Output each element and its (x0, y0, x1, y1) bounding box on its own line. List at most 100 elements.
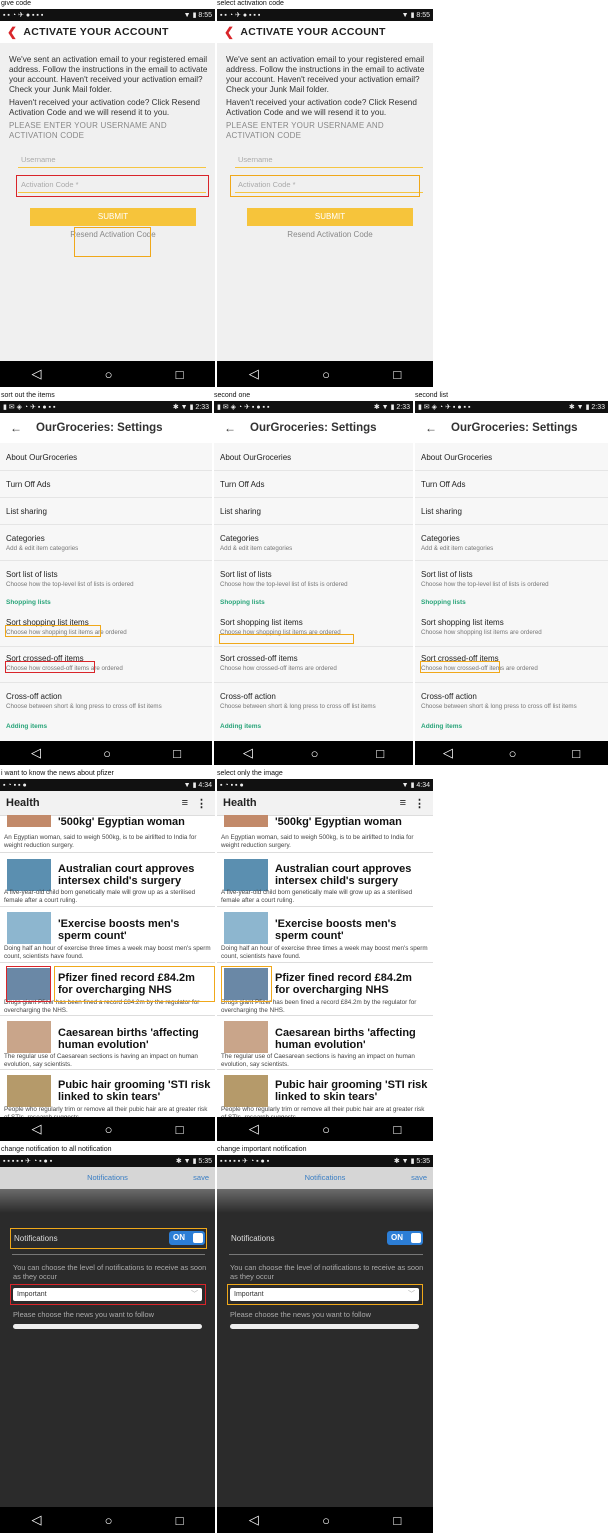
news-headline[interactable]: '500kg' Egyptian woman (58, 816, 211, 828)
back-nav-icon[interactable]: ◁ (32, 1512, 42, 1528)
news-thumbnail[interactable] (224, 859, 268, 891)
news-headline[interactable]: 'Exercise boosts men's sperm count' (58, 918, 211, 942)
status-time: 8:55 (416, 12, 430, 19)
resend-code-link[interactable]: Resend Activation Code (247, 230, 413, 239)
news-headline[interactable]: 'Exercise boosts men's sperm count' (275, 918, 429, 942)
back-nav-icon[interactable]: ◁ (31, 745, 41, 761)
news-headline[interactable]: Pfizer fined record £84.2m for overcharg… (275, 972, 429, 996)
settings-item-cross-action[interactable]: Cross-off action Choose between short & l… (214, 683, 413, 719)
settings-item-cross-action[interactable]: Cross-off action Choose between short & l… (415, 683, 608, 719)
settings-item-ads[interactable]: Turn Off Ads (214, 471, 413, 498)
follow-list-bar[interactable] (230, 1324, 419, 1329)
submit-button[interactable]: SUBMIT (247, 208, 413, 226)
news-headline[interactable]: '500kg' Egyptian woman (275, 816, 429, 828)
settings-item-about[interactable]: About OurGroceries (214, 443, 413, 471)
news-thumbnail[interactable] (7, 815, 51, 827)
news-thumbnail[interactable] (7, 1021, 51, 1053)
news-thumbnail[interactable] (7, 859, 51, 891)
save-button[interactable]: save (193, 1167, 209, 1189)
news-thumbnail[interactable] (224, 1021, 268, 1053)
news-headline[interactable]: Australian court approves intersex child… (275, 863, 429, 887)
home-nav-icon[interactable]: ○ (105, 1513, 113, 1528)
back-arrow-icon[interactable]: ← (10, 421, 22, 435)
settings-item-ads[interactable]: Turn Off Ads (0, 471, 212, 498)
status-bar: ▪ ▪ ▪ ▪ ▪ ✈ ◔ ▪ ● ▪ ✱ ▼ ▮ 5:35 (217, 1155, 433, 1167)
nav-bar: ◁ ○ □ (415, 741, 608, 765)
home-nav-icon[interactable]: ○ (105, 367, 113, 382)
settings-item-ads[interactable]: Turn Off Ads (415, 471, 608, 498)
news-thumbnail[interactable] (224, 815, 268, 827)
back-nav-icon[interactable]: ◁ (249, 1121, 259, 1137)
settings-item-cross-action[interactable]: Cross-off action Choose between short & l… (0, 683, 212, 719)
back-nav-icon[interactable]: ◁ (249, 1512, 259, 1528)
back-nav-icon[interactable]: ◁ (249, 366, 259, 382)
news-headline[interactable]: Pubic hair grooming 'STI risk linked to … (58, 1079, 211, 1103)
settings-item-categories[interactable]: Categories Add & edit item categories (415, 525, 608, 561)
back-nav-icon[interactable]: ◁ (443, 745, 453, 761)
home-nav-icon[interactable]: ○ (322, 1513, 330, 1528)
section-adding-items: Adding items (6, 723, 48, 730)
settings-item-sort-lists[interactable]: Sort list of lists Choose how the top-lev… (214, 561, 413, 595)
recents-nav-icon[interactable]: □ (176, 1122, 184, 1137)
recents-nav-icon[interactable]: □ (176, 1513, 184, 1528)
recents-nav-icon[interactable]: □ (176, 367, 184, 382)
settings-item-sharing[interactable]: List sharing (214, 498, 413, 525)
recents-nav-icon[interactable]: □ (393, 1122, 401, 1137)
news-description: The regular use of Caesarean sections is… (221, 1053, 415, 1068)
news-headline[interactable]: Pubic hair grooming 'STI risk linked to … (275, 1079, 429, 1103)
news-headline[interactable]: Caesarean births 'affecting human evolut… (58, 1027, 211, 1051)
home-nav-icon[interactable]: ○ (322, 1122, 330, 1137)
news-thumbnail[interactable] (7, 1075, 51, 1107)
news-thumbnail[interactable] (224, 912, 268, 944)
settings-item-sort-lists[interactable]: Sort list of lists Choose how the top-lev… (415, 561, 608, 595)
nav-bar: ◁ ○ □ (0, 741, 212, 765)
save-button[interactable]: save (411, 1167, 427, 1189)
highlight-orange-toggle (10, 1228, 207, 1249)
back-arrow-icon[interactable]: ← (224, 421, 236, 435)
settings-item-sort-lists[interactable]: Sort list of lists Choose how the top-lev… (0, 561, 212, 595)
recents-nav-icon[interactable]: □ (393, 367, 401, 382)
settings-item-about[interactable]: About OurGroceries (0, 443, 212, 471)
item-subtitle: Choose between short & long press to cro… (6, 703, 162, 710)
bluetooth-icon: ✱ (175, 1158, 182, 1165)
news-headline[interactable]: Australian court approves intersex child… (58, 863, 211, 887)
health-screen-1: ▪ ◔ ▪ ▪ ● ▼ ▮ 4:34 Health ≡ ⋮ '500kg' Egyptia… (0, 779, 215, 1141)
recents-nav-icon[interactable]: □ (393, 1513, 401, 1528)
home-nav-icon[interactable]: ○ (103, 746, 111, 761)
home-nav-icon[interactable]: ○ (105, 1122, 113, 1137)
username-input[interactable]: Username (235, 152, 423, 168)
home-nav-icon[interactable]: ○ (509, 746, 517, 761)
settings-item-sharing[interactable]: List sharing (0, 498, 212, 525)
recents-nav-icon[interactable]: □ (173, 746, 181, 761)
back-arrow-icon[interactable]: ← (425, 421, 437, 435)
settings-item-sort-crossed[interactable]: Sort crossed-off items Choose how crossed… (214, 647, 413, 683)
activation-body: We've sent an activation email to your r… (226, 55, 426, 141)
app-header: ← OurGroceries: Settings (415, 413, 608, 443)
back-nav-icon[interactable]: ◁ (32, 1121, 42, 1137)
recents-nav-icon[interactable]: □ (572, 746, 580, 761)
back-nav-icon[interactable]: ◁ (243, 745, 253, 761)
back-chevron-icon[interactable]: ❮ (224, 25, 234, 39)
news-thumbnail[interactable] (224, 1075, 268, 1107)
settings-item-categories[interactable]: Categories Add & edit item categories (0, 525, 212, 561)
settings-item-about[interactable]: About OurGroceries (415, 443, 608, 471)
back-chevron-icon[interactable]: ❮ (7, 25, 17, 39)
news-headline[interactable]: Caesarean births 'affecting human evolut… (275, 1027, 429, 1051)
notifications-toggle[interactable]: ON (387, 1231, 423, 1245)
news-thumbnail[interactable] (7, 912, 51, 944)
back-nav-icon[interactable]: ◁ (32, 366, 42, 382)
submit-button[interactable]: SUBMIT (30, 208, 196, 226)
recents-nav-icon[interactable]: □ (376, 746, 384, 761)
more-vert-icon[interactable]: ⋮ (196, 797, 207, 810)
settings-item-categories[interactable]: Categories Add & edit item categories (214, 525, 413, 561)
home-nav-icon[interactable]: ○ (311, 746, 319, 761)
follow-list-bar[interactable] (13, 1324, 202, 1329)
more-vert-icon[interactable]: ⋮ (414, 797, 425, 810)
settings-item-sort-shopping[interactable]: Sort shopping list items Choose how shopp… (415, 611, 608, 647)
menu-icon[interactable]: ≡ (400, 797, 406, 809)
menu-icon[interactable]: ≡ (182, 797, 188, 809)
settings-item-sharing[interactable]: List sharing (415, 498, 608, 525)
username-input[interactable]: Username (18, 152, 206, 168)
status-bar: ▮ ✉ ◈ ◔ ✈ ▪ ● ▪ ▪ ✱ ▼ ▮ 2:33 (415, 401, 608, 413)
home-nav-icon[interactable]: ○ (322, 367, 330, 382)
